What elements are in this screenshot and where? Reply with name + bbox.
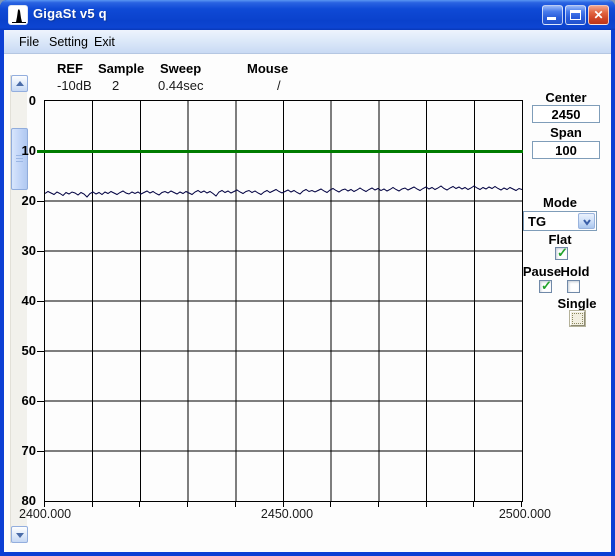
maximize-icon (570, 10, 581, 20)
center-label: Center (532, 90, 600, 105)
mode-selected-value: TG (528, 214, 546, 229)
minimize-button[interactable] (542, 5, 563, 25)
menu-exit[interactable]: Exit (94, 35, 115, 49)
ref-header: REF (57, 61, 83, 76)
maximize-button[interactable] (565, 5, 586, 25)
window-title: GigaSt v5 q (33, 6, 107, 21)
y-axis-label: 60 (0, 393, 36, 408)
x-axis-label-center: 2450.000 (250, 507, 324, 521)
close-button[interactable]: ✕ (588, 5, 609, 25)
y-axis-label: 0 (0, 93, 36, 108)
y-axis-tick (37, 351, 45, 352)
pause-checkbox[interactable]: ✓ (539, 280, 552, 293)
y-axis-tick (37, 201, 45, 202)
minimize-icon (547, 17, 556, 20)
span-input[interactable] (532, 141, 600, 159)
x-axis-tick (473, 502, 474, 507)
mode-dropdown[interactable]: TG (523, 211, 597, 231)
y-axis-label: 40 (0, 293, 36, 308)
menu-bar: File Setting Exit (4, 30, 611, 54)
scroll-down-button[interactable] (11, 526, 28, 543)
y-axis-tick (37, 251, 45, 252)
spectrum-plot[interactable] (44, 100, 523, 502)
x-axis-tick (139, 502, 140, 507)
menu-setting[interactable]: Setting (49, 35, 88, 49)
check-icon: ✓ (557, 245, 568, 261)
menu-file[interactable]: File (19, 35, 39, 49)
y-axis-tick (37, 451, 45, 452)
center-input[interactable] (532, 105, 600, 123)
y-axis-label: 70 (0, 443, 36, 458)
single-label: Single (557, 296, 597, 311)
scroll-up-icon (16, 81, 24, 86)
x-axis-tick (378, 502, 379, 507)
reference-level-line (37, 150, 523, 153)
sweep-header: Sweep (160, 61, 201, 76)
hold-checkbox[interactable] (567, 280, 580, 293)
sample-value: 2 (112, 78, 119, 93)
y-axis-label: 20 (0, 193, 36, 208)
chevron-down-icon[interactable] (578, 213, 595, 229)
y-axis-label: 30 (0, 243, 36, 258)
app-window: GigaSt v5 q ✕ File Setting Exit REF Samp… (0, 0, 615, 556)
x-axis-tick (330, 502, 331, 507)
ref-value: -10dB (57, 78, 92, 93)
sample-header: Sample (98, 61, 144, 76)
single-button[interactable] (570, 311, 585, 326)
x-axis-tick (426, 502, 427, 507)
pause-label: Pause (522, 264, 562, 279)
y-axis-label: 50 (0, 343, 36, 358)
y-axis-tick (37, 401, 45, 402)
scroll-down-icon (16, 533, 24, 538)
x-axis-label-start: 2400.000 (19, 507, 71, 521)
span-label: Span (532, 125, 600, 140)
y-axis-tick (37, 301, 45, 302)
x-axis-tick (92, 502, 93, 507)
scrollbar-thumb[interactable] (11, 128, 28, 190)
x-axis-tick (235, 502, 236, 507)
mouse-value: / (277, 78, 281, 93)
flat-checkbox[interactable]: ✓ (555, 247, 568, 260)
x-axis-label-end: 2500.000 (486, 507, 551, 521)
check-icon: ✓ (541, 278, 552, 294)
scroll-up-button[interactable] (11, 75, 28, 92)
y-axis-label: 10 (0, 143, 36, 158)
close-icon: ✕ (589, 8, 608, 22)
sweep-value: 0.44sec (158, 78, 204, 93)
title-bar[interactable]: GigaSt v5 q ✕ (0, 0, 615, 30)
hold-label: Hold (560, 264, 590, 279)
app-icon (8, 5, 28, 25)
mode-label: Mode (523, 195, 597, 210)
mouse-header: Mouse (247, 61, 288, 76)
x-axis-tick (187, 502, 188, 507)
y-axis-label: 80 (0, 493, 36, 508)
